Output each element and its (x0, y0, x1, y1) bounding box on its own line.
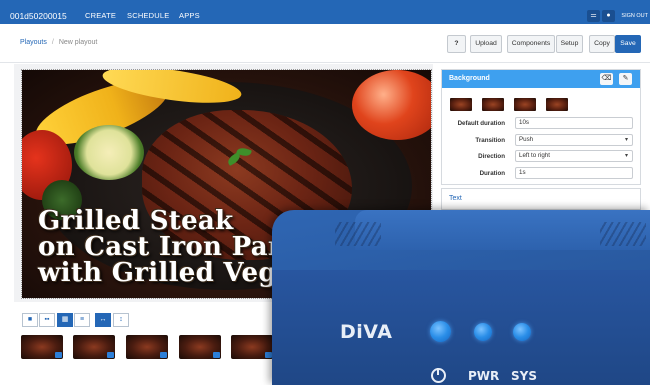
thumbnail[interactable] (231, 335, 273, 359)
image-type-icon (55, 352, 62, 358)
pwr-label: PWR (468, 369, 500, 383)
breadcrumb-separator: / (51, 39, 54, 46)
pwr-led (474, 323, 492, 341)
thumbnail[interactable] (179, 335, 221, 359)
divider (0, 62, 650, 63)
thumbnail[interactable] (21, 335, 63, 359)
device-id: 001d50200015 (10, 11, 67, 21)
breadcrumb: Playouts / New playout (20, 39, 97, 46)
default-duration-label: Default duration (457, 120, 505, 127)
device-logo: DiVA (340, 321, 393, 343)
direction-value: Left to right (519, 152, 550, 159)
settings-sliders-icon[interactable]: ⚌ (587, 10, 600, 22)
transition-label: Transition (475, 137, 505, 144)
eraser-icon[interactable]: ⌫ (600, 73, 613, 85)
text-section-header[interactable]: Text (441, 188, 641, 210)
image-type-icon (107, 352, 114, 358)
save-button[interactable]: Save (615, 35, 641, 53)
direction-select[interactable]: Left to right ▾ (515, 150, 633, 162)
single-view-icon[interactable]: ■ (22, 313, 38, 327)
transition-select[interactable]: Push ▾ (515, 134, 633, 146)
background-thumbnail[interactable] (482, 98, 504, 111)
thumbnail[interactable] (126, 335, 168, 359)
duration-label: Duration (479, 170, 505, 177)
help-button[interactable]: ? (447, 35, 466, 53)
duration-input[interactable]: 1s (515, 167, 633, 179)
device-front-panel (272, 270, 650, 385)
list-icon[interactable]: ≡ (74, 313, 90, 327)
image-type-icon (160, 352, 167, 358)
nav-schedule[interactable]: SCHEDULE (127, 11, 169, 20)
chevron-down-icon: ▾ (624, 137, 628, 143)
sys-led (513, 323, 531, 341)
chevron-down-icon: ▾ (624, 153, 628, 159)
image-type-icon (265, 352, 272, 358)
grid-4-icon[interactable]: ▦ (57, 313, 73, 327)
fit-width-icon[interactable]: ↔ (95, 313, 111, 327)
device-vent (335, 222, 381, 246)
background-thumbnail[interactable] (546, 98, 568, 111)
background-thumbnail[interactable] (450, 98, 472, 111)
transition-value: Push (519, 136, 534, 143)
user-icon[interactable]: ● (602, 10, 615, 22)
nav-apps[interactable]: APPS (179, 11, 200, 20)
thumbnail[interactable] (73, 335, 115, 359)
breadcrumb-playouts-link[interactable]: Playouts (20, 39, 47, 46)
components-button[interactable]: Components (507, 35, 555, 53)
device-vent (600, 222, 646, 246)
default-duration-input[interactable]: 10s (515, 117, 633, 129)
image-type-icon (213, 352, 220, 358)
sys-label: SYS (511, 369, 537, 383)
setup-button[interactable]: Setup (556, 35, 583, 53)
fit-height-icon[interactable]: ↕ (113, 313, 129, 327)
background-thumbnail[interactable] (514, 98, 536, 111)
grid-2-icon[interactable]: ▪▪ (39, 313, 55, 327)
zucchini-image (74, 125, 144, 180)
pencil-icon[interactable]: ✎ (619, 73, 632, 85)
background-properties-panel: Background ⌫ ✎ Default duration 10s Tran… (441, 69, 641, 185)
power-icon (431, 368, 446, 383)
breadcrumb-current: New playout (58, 39, 98, 46)
upload-button[interactable]: Upload (470, 35, 502, 53)
direction-label: Direction (478, 153, 505, 160)
copy-button[interactable]: Copy (589, 35, 615, 53)
tomato-image (352, 70, 431, 140)
nav-create[interactable]: CREATE (85, 11, 116, 20)
power-button-led[interactable] (430, 321, 451, 342)
sign-out-link[interactable]: SIGN OUT (621, 13, 648, 19)
